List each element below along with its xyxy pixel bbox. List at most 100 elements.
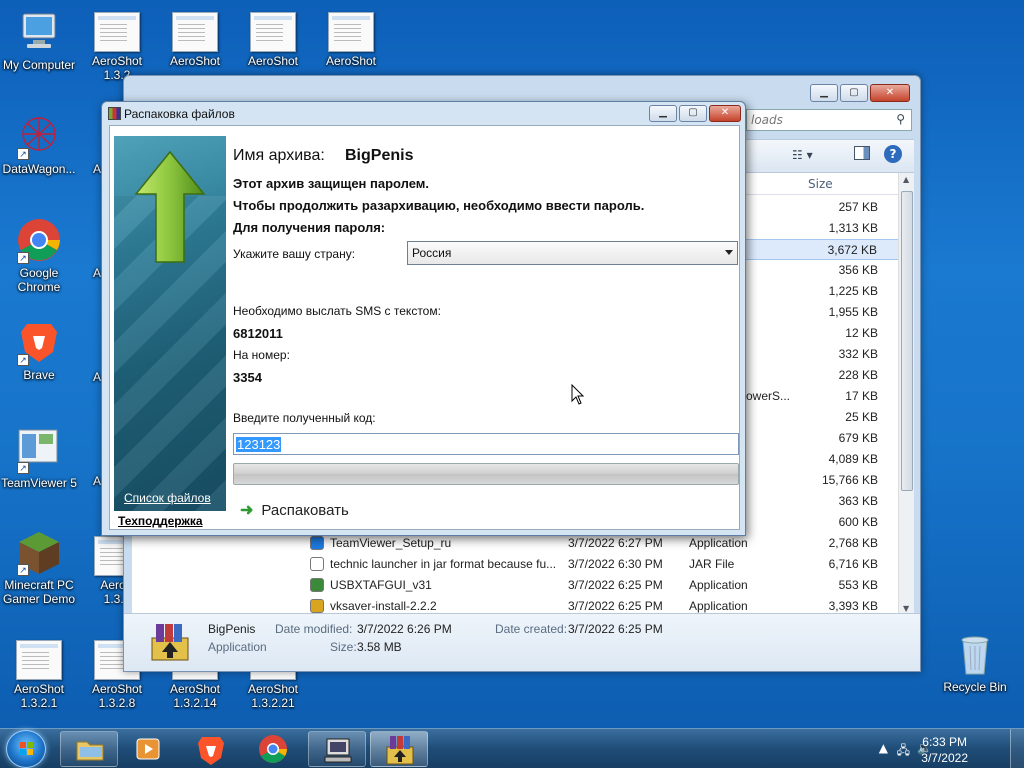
desktop-icon-label: AeroShot 1.3.2.1	[13, 682, 65, 710]
details-pane: BigPenis Application Date modified: 3/7/…	[124, 613, 920, 671]
file-size-cell: 257 KB	[838, 200, 878, 214]
start-button[interactable]	[6, 730, 46, 768]
details-size-label: Size:	[330, 640, 357, 654]
code-input[interactable]: 123123	[233, 433, 739, 455]
aeroshot-icon	[328, 12, 374, 52]
shortcut-arrow-icon: ↗	[17, 564, 29, 576]
file-name-cell: technic launcher in jar format because f…	[330, 557, 557, 571]
desktop-icon-label: AeroShot	[247, 54, 299, 68]
minimize-button[interactable]: ▁	[649, 105, 677, 122]
show-desktop-button[interactable]	[1010, 729, 1024, 768]
minimize-button[interactable]: ▁	[810, 84, 838, 102]
recycle-bin-icon	[951, 630, 999, 678]
table-row[interactable]: USBXTAFGUI_v31 3/7/2022 6:25 PM Applicatio…	[132, 575, 902, 596]
minecraft-block-icon: ↗	[15, 528, 63, 576]
taskbar-installer-button[interactable]	[308, 731, 366, 767]
file-date-cell: 3/7/2022 6:25 PM	[568, 578, 663, 592]
sms-text-value: 6812011	[233, 326, 283, 341]
extract-button-label: Распаковать	[261, 501, 349, 519]
dialog-title: Распаковка файлов	[124, 107, 235, 121]
scroll-up-icon[interactable]: ▲	[903, 175, 909, 184]
search-input[interactable]: loads ⚲	[746, 109, 912, 131]
extract-button[interactable]: ➜ Распаковать	[240, 500, 349, 520]
desktop-icon-minecraft[interactable]: ↗ Minecraft PC Gamer Demo	[0, 528, 78, 606]
desktop-icon-aeroshot-b[interactable]: AeroShot	[234, 8, 312, 68]
phone-number-label: На номер:	[233, 348, 290, 362]
desktop-icon-my-computer[interactable]: My Computer	[0, 8, 78, 72]
extract-password-dialog[interactable]: Распаковка файлов ▁ ▢ ✕ Список файлов Те…	[101, 101, 746, 536]
scroll-down-icon[interactable]: ▼	[903, 604, 909, 613]
media-player-icon	[136, 738, 160, 760]
taskbar-media-player-button[interactable]	[120, 731, 178, 767]
clock-time: 6:33 PM	[922, 735, 967, 749]
desktop-icon-aeroshot-1321[interactable]: AeroShot 1.3.2.1	[0, 636, 78, 710]
file-size-cell: 15,766 KB	[821, 473, 878, 487]
desktop-icon-aeroshot-c[interactable]: AeroShot	[312, 8, 390, 68]
archive-name-label: Имя архива:	[233, 147, 325, 164]
taskbar-explorer-button[interactable]	[60, 731, 118, 767]
desktop-icon-label: Google Chrome	[17, 266, 61, 294]
file-size-cell: 6,716 KB	[828, 557, 878, 571]
file-size-cell: 1,313 KB	[828, 221, 878, 235]
file-size-cell: 679 KB	[838, 431, 878, 445]
search-placeholder: loads	[751, 113, 783, 127]
chrome-icon	[259, 735, 287, 763]
maximize-button[interactable]: ▢	[840, 84, 868, 102]
network-icon[interactable]: 🖧	[897, 741, 910, 762]
view-options-icon[interactable]: ☷ ▾	[792, 148, 813, 162]
windows-logo-icon	[20, 742, 33, 755]
desktop-icon-recycle-bin[interactable]: Recycle Bin	[936, 630, 1014, 694]
phone-number-value: 3354	[233, 370, 262, 385]
taskbar-brave-button[interactable]	[182, 731, 240, 767]
desktop-icon-brave[interactable]: ↗ Brave	[0, 318, 78, 382]
system-clock[interactable]: 6:33 PM 3/7/2022	[921, 734, 968, 766]
aeroshot-icon	[16, 640, 62, 680]
desktop-icon-label: AeroShot 1.3.2.14	[169, 682, 221, 710]
support-link[interactable]: Техподдержка	[118, 514, 203, 528]
scrollbar-thumb[interactable]	[901, 191, 913, 491]
country-select[interactable]: Россия	[407, 241, 738, 265]
desktop-icon-aeroshot-a[interactable]: AeroShot	[156, 8, 234, 68]
file-type-cell: JAR File	[689, 557, 735, 571]
preview-pane-icon[interactable]	[854, 146, 870, 160]
file-size-cell: 3,393 KB	[828, 599, 878, 613]
show-hidden-icons-icon[interactable]: ▲	[879, 741, 888, 755]
password-needed-notice: Чтобы продолжить разархивацию, необходим…	[233, 198, 645, 213]
file-size-cell: 363 KB	[838, 494, 878, 508]
close-button[interactable]: ✕	[870, 84, 910, 102]
file-name-cell: vksaver-install-2.2.2	[330, 599, 437, 613]
search-icon[interactable]: ⚲	[896, 112, 905, 126]
up-arrow-icon	[134, 150, 206, 263]
close-button[interactable]: ✕	[709, 105, 741, 122]
help-icon[interactable]: ?	[884, 145, 902, 163]
vertical-scrollbar[interactable]: ▲ ▼	[898, 173, 914, 615]
file-size-cell: 4,089 KB	[828, 452, 878, 466]
desktop-icon-datawagon[interactable]: ↗ DataWagon...	[0, 112, 78, 176]
winrar-archive-icon	[386, 736, 414, 765]
desktop-icon-label: AeroShot	[169, 54, 221, 68]
desktop-icon-aeroshot-132[interactable]: AeroShot 1.3.2	[78, 8, 156, 82]
desktop-icon-label: AeroShot 1.3.2.21	[247, 682, 299, 710]
table-row[interactable]: technic launcher in jar format because f…	[132, 554, 902, 575]
desktop-icon-google-chrome[interactable]: ↗ Google Chrome	[0, 216, 78, 294]
brave-lion-icon: ↗	[15, 318, 63, 366]
datawagon-icon: ↗	[15, 112, 63, 160]
winrar-title-icon	[108, 107, 121, 120]
details-created-label: Date created:	[495, 622, 568, 636]
file-size-cell: 356 KB	[838, 263, 878, 277]
file-type-cell: Application	[689, 599, 748, 613]
shortcut-arrow-icon: ↗	[17, 462, 29, 474]
aeroshot-icon	[172, 12, 218, 52]
protected-notice: Этот архив защищен паролем.	[233, 176, 430, 191]
maximize-button[interactable]: ▢	[679, 105, 707, 122]
desktop-icon-label: DataWagon...	[2, 162, 76, 176]
file-size-cell: 17 KB	[845, 389, 878, 403]
desktop-icon-teamviewer[interactable]: ↗ TeamViewer 5	[0, 426, 78, 490]
size-column-header[interactable]: Size	[808, 177, 833, 191]
table-row[interactable]: TeamViewer_Setup_ru 3/7/2022 6:27 PM Appli…	[132, 533, 902, 554]
taskbar-chrome-button[interactable]	[244, 731, 302, 767]
computer-icon	[15, 8, 63, 56]
file-list-link[interactable]: Список файлов	[124, 491, 211, 505]
taskbar-winrar-button[interactable]	[370, 731, 428, 767]
dialog-body: Список файлов Техподдержка Имя архива: B…	[109, 125, 740, 530]
